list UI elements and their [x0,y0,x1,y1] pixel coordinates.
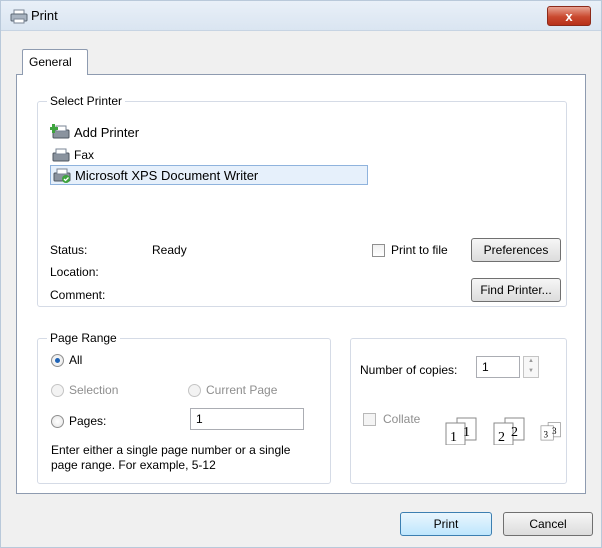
page-range-group: Page Range All Selection Current Page Pa… [37,331,331,484]
print-dialog: Print x General Select Printer Add Print… [0,0,602,548]
print-to-file-checkbox[interactable] [372,244,385,257]
spin-down-icon[interactable]: ▼ [528,368,534,374]
xps-printer-icon [53,168,71,183]
close-button[interactable]: x [547,6,591,26]
printer-item-xps-document-writer[interactable]: Microsoft XPS Document Writer [50,165,368,185]
pages-label[interactable]: Pages: [69,414,106,428]
collate-checkbox[interactable] [363,413,376,426]
all-radio[interactable] [51,354,64,367]
find-printer-button[interactable]: Find Printer... [471,278,561,302]
window-title: Print [31,8,58,23]
status-label: Status: [50,243,88,257]
copies-spinner[interactable]: ▲ ▼ [523,356,539,378]
print-button[interactable]: Print [400,512,492,536]
page-range-title: Page Range [47,331,120,345]
print-to-file-label[interactable]: Print to file [391,243,448,257]
print-button-label: Print [433,517,459,531]
tab-general[interactable]: General [22,49,88,75]
status-value: Ready [152,243,187,257]
pages-radio[interactable] [51,415,64,428]
current-page-radio[interactable] [188,384,201,397]
selection-radio[interactable] [51,384,64,397]
collate-page-set-icon: 3 3 [540,422,561,441]
tab-panel-general: Select Printer Add Printer Fax Microsoft… [16,74,586,494]
pages-input[interactable]: 1 [190,408,304,430]
all-label[interactable]: All [69,353,82,367]
printer-label: Fax [74,148,95,162]
number-of-copies-input[interactable]: 1 [476,356,520,378]
printer-item-add-printer[interactable]: Add Printer [50,122,139,142]
tab-general-label: General [29,55,72,69]
collate-page-number: 1 [450,430,457,445]
printer-icon [10,9,28,24]
collate-page-set-icon: 2 2 [493,417,525,445]
preferences-button[interactable]: Preferences [471,238,561,262]
title-bar[interactable]: Print x [1,1,601,31]
comment-label: Comment: [50,288,106,302]
copies-group: Number of copies: 1 ▲ ▼ Collate 1 1 2 2 [350,338,567,484]
number-of-copies-label: Number of copies: [360,363,458,377]
select-printer-title: Select Printer [47,94,126,108]
collate-page-set-icon: 1 1 [445,417,477,445]
find-printer-button-label: Find Printer... [480,283,552,297]
add-printer-icon [50,124,70,139]
cancel-button-label: Cancel [529,517,567,531]
current-page-label[interactable]: Current Page [206,383,277,397]
location-label: Location: [50,265,99,279]
cancel-button[interactable]: Cancel [503,512,593,536]
printer-label: Microsoft XPS Document Writer [75,167,259,183]
preferences-button-label: Preferences [483,243,549,257]
close-icon: x [565,8,573,24]
fax-printer-icon [52,148,70,162]
collate-label[interactable]: Collate [383,412,420,426]
help-line: page range. For example, 5-12 [51,458,216,472]
collate-page-number: 3 [544,430,549,440]
selection-label[interactable]: Selection [69,383,118,397]
spin-up-icon[interactable]: ▲ [528,358,534,364]
printer-label: Add Printer [74,124,140,140]
page-range-help-text: Enter either a single page number or a s… [51,443,326,473]
select-printer-group: Select Printer Add Printer Fax Microsoft… [37,94,567,307]
collate-page-number: 3 [552,426,557,436]
printer-item-fax[interactable]: Fax [50,145,94,165]
collate-page-number: 2 [498,430,505,445]
collate-page-number: 2 [511,425,518,440]
help-line: Enter either a single page number or a s… [51,443,291,457]
collate-page-number: 1 [463,425,470,440]
